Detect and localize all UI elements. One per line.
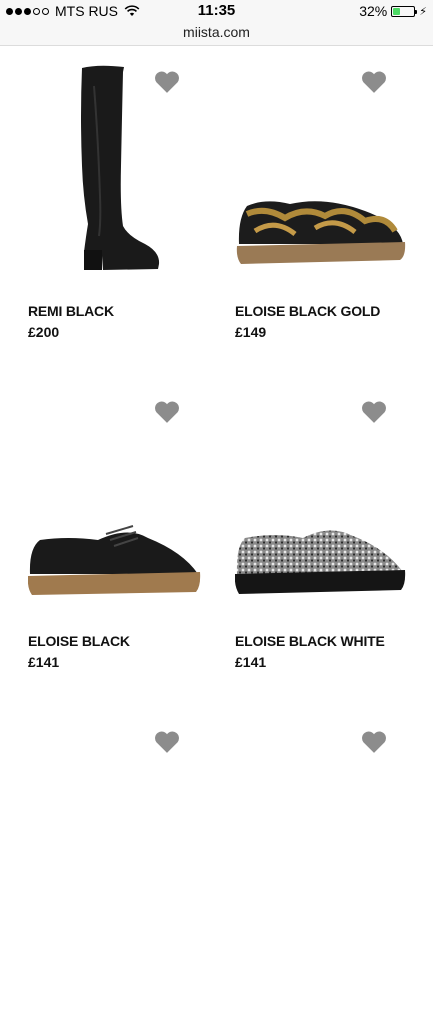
battery-icon: [391, 5, 418, 17]
product-image-shoe-black-gold[interactable]: [235, 46, 425, 286]
product-image-shoe-black-white[interactable]: [235, 376, 425, 616]
product-price: £141: [28, 654, 60, 670]
favorite-heart-icon[interactable]: [154, 70, 180, 94]
battery-fill: [393, 7, 400, 15]
product-card[interactable]: [235, 706, 425, 1026]
product-price: £200: [28, 324, 60, 340]
status-right: 32% ⚡: [359, 3, 427, 19]
product-name[interactable]: ELOISE BLACK GOLD: [235, 303, 380, 319]
url-text: miista.com: [183, 24, 250, 40]
product-price: £149: [235, 324, 267, 340]
battery-percent: 32%: [359, 3, 388, 19]
product-card[interactable]: REMI BLACK £200: [28, 46, 218, 366]
favorite-heart-icon[interactable]: [361, 70, 387, 94]
status-bar: MTS RUS 11:35 32% ⚡: [0, 0, 433, 22]
product-price: £141: [235, 654, 267, 670]
product-card[interactable]: ELOISE BLACK WHITE £141: [235, 376, 425, 696]
product-card[interactable]: ELOISE BLACK GOLD £149: [235, 46, 425, 366]
favorite-heart-icon[interactable]: [154, 400, 180, 424]
address-bar[interactable]: miista.com: [0, 22, 433, 46]
product-name[interactable]: ELOISE BLACK WHITE: [235, 633, 385, 649]
product-name[interactable]: REMI BLACK: [28, 303, 114, 319]
product-image-boot-black[interactable]: [28, 46, 218, 286]
product-image-shoe-black[interactable]: [28, 376, 218, 616]
battery-cap: [415, 9, 418, 14]
product-name[interactable]: ELOISE BLACK: [28, 633, 130, 649]
favorite-heart-icon[interactable]: [361, 400, 387, 424]
product-card[interactable]: ELOISE BLACK £141: [28, 376, 218, 696]
favorite-heart-icon[interactable]: [361, 730, 387, 754]
favorite-heart-icon[interactable]: [154, 730, 180, 754]
product-card[interactable]: [28, 706, 218, 1026]
charging-bolt-icon: ⚡: [419, 5, 427, 18]
